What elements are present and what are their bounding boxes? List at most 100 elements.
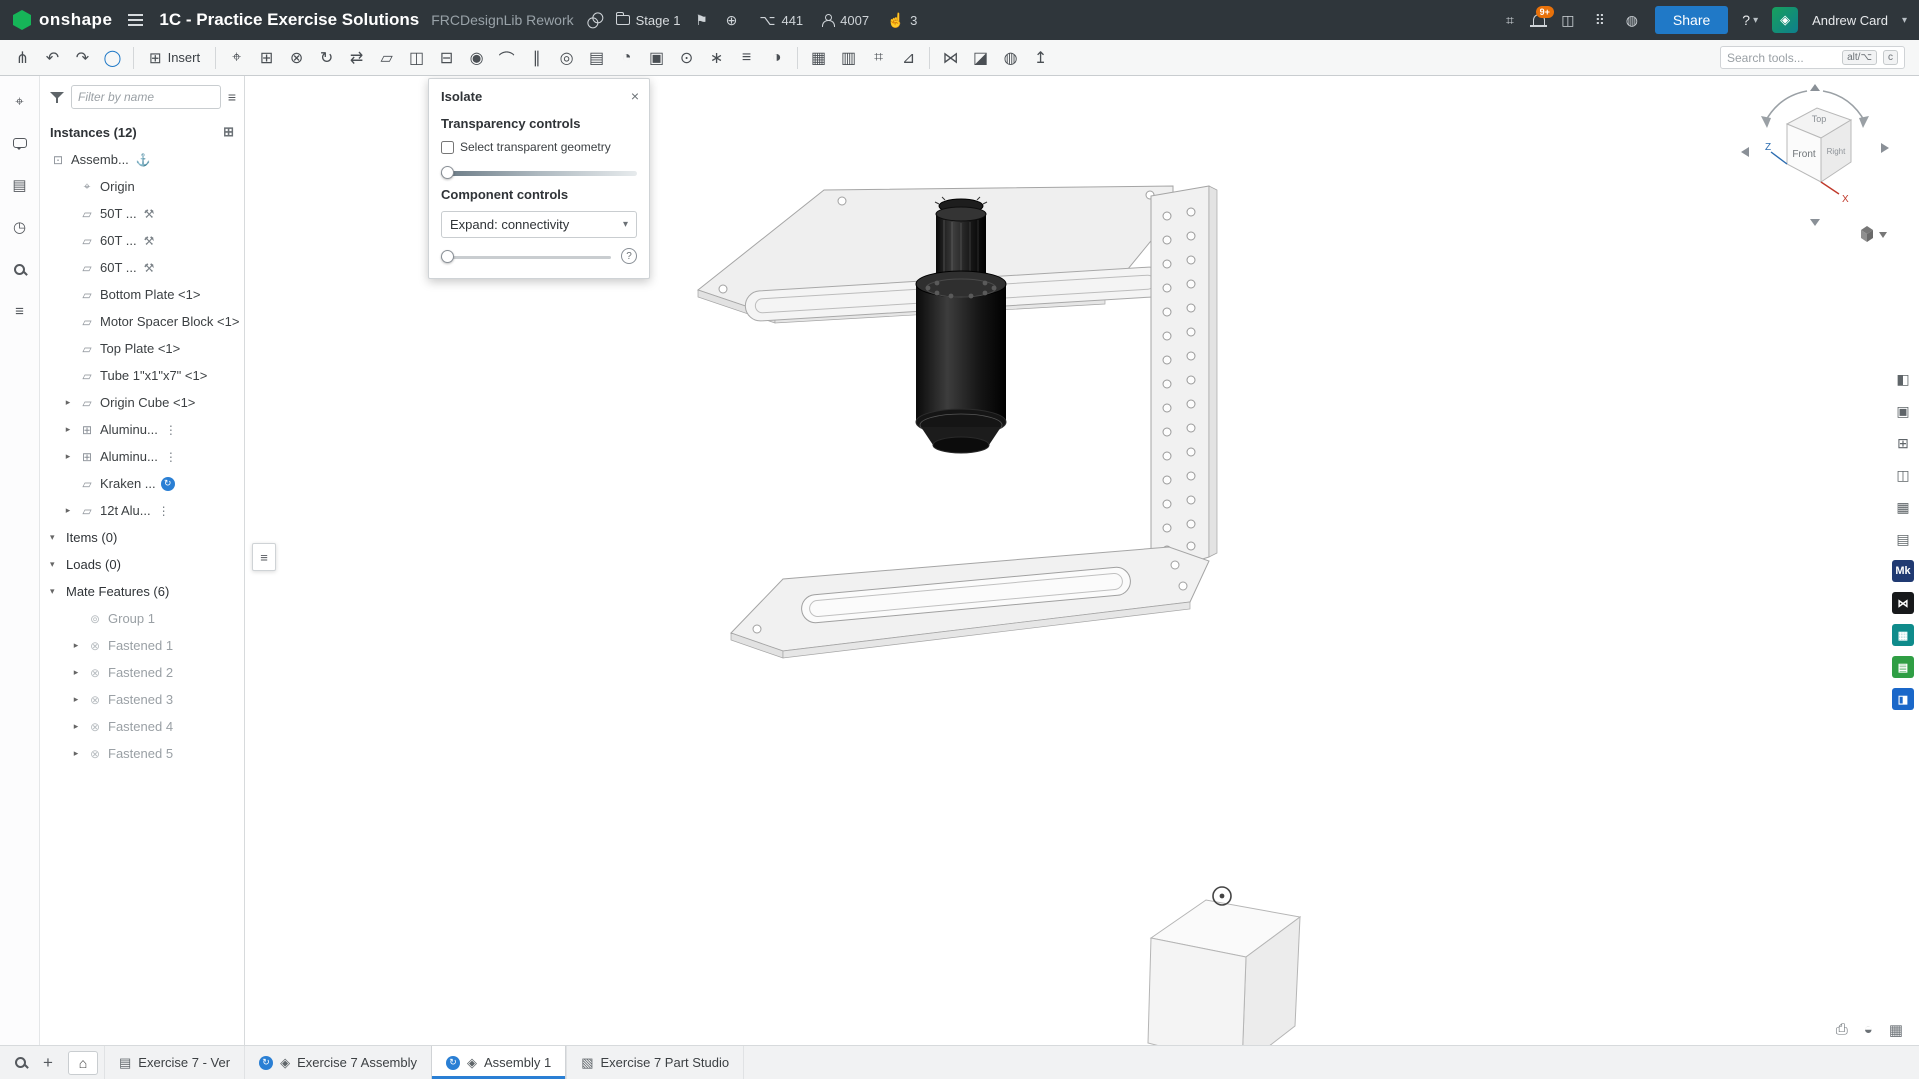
panel-flyout-handle[interactable]: ≡: [252, 543, 276, 571]
link-icon[interactable]: [586, 15, 604, 25]
tree-item-aluminum-a[interactable]: ▸ ⊞ Aluminu... ⋮: [40, 416, 244, 443]
tool-slider-mate-icon[interactable]: ⇄: [342, 44, 371, 72]
chevron-right-icon[interactable]: ▸: [62, 397, 74, 408]
apps-grid-icon[interactable]: ⠿: [1591, 12, 1609, 29]
tool-named-positions-icon[interactable]: ≡: [732, 44, 761, 72]
tool-section-view-icon[interactable]: ◪: [966, 44, 995, 72]
tool-bill-of-materials-icon[interactable]: ▦: [804, 44, 833, 72]
mate-item-fastened-3[interactable]: ▸ ⊗ Fastened 3: [40, 686, 244, 713]
chevron-right-icon[interactable]: ▸: [70, 640, 82, 651]
tool-snapshot-icon[interactable]: ⊙: [672, 44, 701, 72]
close-icon[interactable]: ×: [631, 88, 639, 104]
chevron-right-icon[interactable]: ▸: [70, 667, 82, 678]
follow-mode-icon[interactable]: ⌖: [9, 92, 31, 110]
mate-item-fastened-1[interactable]: ▸ ⊗ Fastened 1: [40, 632, 244, 659]
chevron-right-icon[interactable]: ▸: [70, 721, 82, 732]
app-icon-5[interactable]: ◨: [1892, 688, 1914, 710]
app-icon-3[interactable]: ▦: [1892, 624, 1914, 646]
chevron-right-icon[interactable]: ▸: [62, 505, 74, 516]
component-slider-track[interactable]: [441, 256, 611, 259]
tree-item-50t[interactable]: ▱ 50T ... ⚒: [40, 200, 244, 227]
tool-group-icon[interactable]: ⊞: [252, 44, 281, 72]
tool-linear-pattern-icon[interactable]: ▤: [582, 44, 611, 72]
tab-assembly-1[interactable]: ↻ ◈ Assembly 1: [431, 1046, 566, 1079]
chevron-right-icon[interactable]: ▸: [62, 424, 74, 435]
tab-exercise-7-ver[interactable]: ▤ Exercise 7 - Ver: [104, 1046, 244, 1079]
tool-appearance-icon[interactable]: ◍: [996, 44, 1025, 72]
user-chevron-down-icon[interactable]: ▾: [1902, 15, 1907, 26]
rotate-east-icon[interactable]: [1881, 143, 1889, 153]
grid-view-icon[interactable]: ▦: [1889, 1021, 1903, 1039]
flag-icon[interactable]: ⚑: [692, 12, 710, 29]
panels-icon[interactable]: ◫: [1559, 12, 1577, 29]
search-tools-input[interactable]: [1727, 51, 1836, 65]
shaded-view-icon[interactable]: ◒: [1864, 1021, 1873, 1039]
graphics-viewport[interactable]: Isolate × Transparency controls Select t…: [245, 76, 1919, 1045]
tool-tangent-mate-icon[interactable]: ⌒: [492, 44, 521, 72]
view-menu-button[interactable]: [1861, 226, 1887, 242]
dock-panel-icon-1[interactable]: ◧: [1892, 368, 1914, 390]
tool-circular-pattern-icon[interactable]: ◔: [612, 44, 641, 72]
onshape-logo[interactable]: onshape: [12, 10, 112, 30]
tool-revolute-mate-icon[interactable]: ↻: [312, 44, 341, 72]
mate-connector-marker[interactable]: [1213, 887, 1231, 905]
tree-item-assembly-root[interactable]: ⊡ Assemb... ⚓: [40, 146, 244, 173]
create-folder-icon[interactable]: ⊞: [223, 124, 234, 140]
overflow-dots-icon[interactable]: ⋮: [165, 423, 177, 437]
dock-panel-icon-4[interactable]: ◫: [1892, 464, 1914, 486]
copies-stat[interactable]: ⌥ 441: [758, 12, 803, 29]
tool-display-states-icon[interactable]: ◑: [762, 44, 791, 72]
view-cube[interactable]: Top Front Right Z X: [1735, 80, 1895, 260]
tool-cylindrical-mate-icon[interactable]: ◫: [402, 44, 431, 72]
items-section-header[interactable]: ▾ Items (0): [40, 524, 244, 551]
tasks-icon[interactable]: ⌗: [1501, 12, 1519, 29]
tree-item-bottom-plate[interactable]: ▱ Bottom Plate <1>: [40, 281, 244, 308]
tool-pin-slot-mate-icon[interactable]: ⊟: [432, 44, 461, 72]
tree-item-aluminum-b[interactable]: ▸ ⊞ Aluminu... ⋮: [40, 443, 244, 470]
chevron-right-icon[interactable]: ▸: [62, 451, 74, 462]
tree-item-60t-a[interactable]: ▱ 60T ... ⚒: [40, 227, 244, 254]
dock-panel-icon-3[interactable]: ⊞: [1892, 432, 1914, 454]
help-menu[interactable]: ? ▾: [1742, 12, 1758, 28]
followers-stat[interactable]: 4007: [821, 13, 869, 28]
share-button[interactable]: Share: [1655, 6, 1728, 34]
tree-item-motor-spacer[interactable]: ▱ Motor Spacer Block <1>: [40, 308, 244, 335]
chevron-right-icon[interactable]: ▸: [70, 748, 82, 759]
tool-mate-connector-icon[interactable]: ◎: [552, 44, 581, 72]
redo-icon[interactable]: ↷: [68, 44, 97, 72]
notes-icon[interactable]: ▤: [9, 176, 31, 194]
undo-icon[interactable]: ↶: [38, 44, 67, 72]
notifications-button[interactable]: 9+: [1533, 13, 1545, 28]
zoom-tools-icon[interactable]: [6, 1046, 34, 1079]
mate-item-fastened-5[interactable]: ▸ ⊗ Fastened 5: [40, 740, 244, 767]
rotate-down-icon[interactable]: [1810, 219, 1820, 226]
tool-mate-icon[interactable]: ⌖: [222, 44, 251, 72]
tree-item-top-plate[interactable]: ▱ Top Plate <1>: [40, 335, 244, 362]
tree-item-tube[interactable]: ▱ Tube 1"x1"x7" <1>: [40, 362, 244, 389]
component-slider-handle[interactable]: [441, 250, 454, 263]
search-tools-box[interactable]: alt/⌥ c: [1720, 46, 1905, 69]
print-icon[interactable]: ⎙: [1836, 1021, 1848, 1039]
app-icon-1[interactable]: Mk: [1892, 560, 1914, 582]
app-icon-4[interactable]: ▤: [1892, 656, 1914, 678]
mate-item-fastened-4[interactable]: ▸ ⊗ Fastened 4: [40, 713, 244, 740]
likes-stat[interactable]: ☝ 3: [887, 12, 917, 29]
filter-input[interactable]: [71, 85, 221, 109]
filter-icon[interactable]: [50, 90, 64, 104]
history-icon[interactable]: ◷: [9, 218, 31, 236]
select-transparent-row[interactable]: Select transparent geometry: [441, 140, 637, 154]
tool-parallel-mate-icon[interactable]: ∥: [522, 44, 551, 72]
tree-item-12t[interactable]: ▸ ▱ 12t Alu... ⋮: [40, 497, 244, 524]
transparency-slider-handle[interactable]: [441, 166, 454, 179]
vertical-plate[interactable]: [1151, 186, 1217, 575]
app-icon-2[interactable]: ⋈: [1892, 592, 1914, 614]
expand-dropdown[interactable]: Expand: connectivity ▾: [441, 211, 637, 238]
update-available-icon[interactable]: ↻: [161, 477, 175, 491]
origin-cube[interactable]: [1148, 887, 1300, 1045]
tool-measure-icon[interactable]: ⌗: [864, 44, 893, 72]
tree-item-60t-b[interactable]: ▱ 60T ... ⚒: [40, 254, 244, 281]
tool-interference-icon[interactable]: ⋈: [936, 44, 965, 72]
tool-replicate-icon[interactable]: ▣: [642, 44, 671, 72]
transparency-slider[interactable]: [441, 166, 637, 179]
document-location[interactable]: Stage 1: [616, 13, 681, 28]
